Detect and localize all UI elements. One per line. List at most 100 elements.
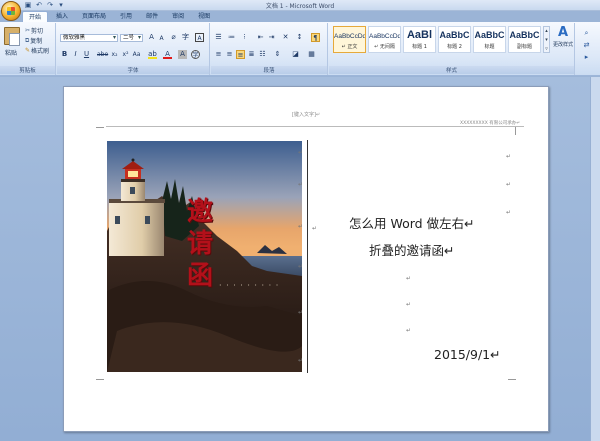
asian-layout-icon[interactable]: ✕ bbox=[281, 33, 290, 42]
tab-view[interactable]: 视图 bbox=[192, 11, 216, 22]
crop-mark bbox=[508, 127, 516, 135]
title-bar: ▣ ↶ ↷ ▾ 文档 1 - Microsoft Word bbox=[0, 0, 600, 11]
bullets-icon[interactable]: ☰ bbox=[214, 33, 223, 42]
styles-group: AaBbCcDd ↵ 正文 AaBbCcDd ↵ 无间隔 AaBl 标题 1 A… bbox=[329, 23, 575, 75]
paragraph-group: ☰ ≔ ⁝ ⇤ ⇥ ✕ ↕ ¶ ≡ ≡ ≡ ≣ ☷ ⇕ ◪ ▦ 段落 bbox=[211, 23, 328, 75]
tab-mailings[interactable]: 邮件 bbox=[140, 11, 164, 22]
italic-icon[interactable]: I bbox=[71, 50, 80, 59]
align-left-icon[interactable]: ≡ bbox=[214, 50, 223, 59]
clear-format-icon[interactable]: ⌀ bbox=[169, 33, 178, 42]
justify-icon[interactable]: ≣ bbox=[247, 50, 256, 59]
highlight-icon[interactable]: ab bbox=[148, 50, 157, 59]
editing-group: ⌕ ⇄ ▸ bbox=[576, 23, 600, 75]
para-mark: ↵ bbox=[298, 263, 304, 270]
superscript-icon[interactable]: x² bbox=[121, 50, 130, 59]
photo-title-text[interactable]: 邀请函 bbox=[187, 196, 217, 292]
select-icon[interactable]: ▸ bbox=[582, 53, 591, 62]
header-placeholder[interactable]: [键入文字]↵ bbox=[292, 111, 320, 118]
style-sample: AaBbCcDd bbox=[369, 33, 400, 40]
style-name: 副标题 bbox=[516, 44, 532, 50]
para-mark: ↵ bbox=[506, 153, 512, 160]
change-styles-icon: A bbox=[557, 25, 569, 40]
align-center-icon[interactable]: ≡ bbox=[225, 50, 234, 59]
invite-date[interactable]: 2015/9/1↵ bbox=[434, 347, 501, 362]
paragraph-group-label: 段落 bbox=[211, 66, 327, 74]
vertical-scrollbar[interactable] bbox=[590, 77, 600, 441]
align-right-icon[interactable]: ≡ bbox=[236, 50, 245, 59]
format-painter-icon: ✎ bbox=[25, 47, 31, 54]
shrink-font-icon[interactable]: A bbox=[157, 34, 166, 43]
multilevel-list-icon[interactable]: ⁝ bbox=[240, 33, 249, 42]
font-group-label: 字体 bbox=[57, 66, 209, 74]
office-button[interactable] bbox=[1, 1, 21, 21]
style-name: 标题 1 bbox=[412, 44, 427, 50]
cut-button[interactable]: ✂ 剪切 bbox=[25, 26, 43, 35]
style-name: 标题 bbox=[484, 44, 495, 50]
style-heading-2[interactable]: AaBbC 标题 2 bbox=[438, 26, 471, 53]
show-marks-icon[interactable]: ¶ bbox=[311, 33, 320, 42]
tab-home[interactable]: 开始 bbox=[22, 11, 49, 22]
bold-icon[interactable]: B bbox=[60, 50, 69, 59]
style-normal[interactable]: AaBbCcDd ↵ 正文 bbox=[333, 26, 366, 53]
numbering-icon[interactable]: ≔ bbox=[227, 33, 236, 42]
cut-label: 剪切 bbox=[31, 28, 44, 35]
styles-group-label: 样式 bbox=[329, 66, 574, 74]
style-no-spacing[interactable]: AaBbCcDd ↵ 无间隔 bbox=[368, 26, 401, 53]
change-styles-button[interactable]: A 更改样式 bbox=[551, 25, 575, 63]
distributed-icon[interactable]: ☷ bbox=[258, 50, 267, 59]
copy-button[interactable]: ⧉ 复制 bbox=[25, 36, 42, 46]
subscript-icon[interactable]: x₂ bbox=[110, 50, 119, 59]
font-name-combo[interactable]: 微软雅黑 bbox=[60, 34, 118, 42]
invite-line-2[interactable]: 折叠的邀请函↵ bbox=[369, 240, 454, 259]
crop-mark bbox=[96, 127, 104, 135]
para-mark: ↵ bbox=[506, 181, 512, 188]
style-name: ↵ 无间隔 bbox=[374, 44, 395, 50]
shading-icon[interactable]: ◪ bbox=[291, 50, 300, 59]
tab-review[interactable]: 审阅 bbox=[166, 11, 190, 22]
para-mark: ↵ bbox=[298, 181, 304, 188]
format-painter-label: 格式刷 bbox=[31, 48, 50, 55]
change-styles-label: 更改样式 bbox=[552, 42, 573, 48]
para-mark: ↵ bbox=[298, 149, 304, 156]
decrease-indent-icon[interactable]: ⇤ bbox=[256, 33, 265, 42]
invite-line-1[interactable]: 怎么用 Word 做左右↵ bbox=[349, 213, 475, 232]
font-group: 微软雅黑 二号 A A ⌀ 字 A B I U abe x₂ x² Aa ab … bbox=[57, 23, 210, 75]
style-subtitle[interactable]: AaBbC 副标题 bbox=[508, 26, 541, 53]
header-divider bbox=[106, 126, 524, 127]
document-page[interactable]: [键入文字]↵ XXXXXXXXX 有限公司承办↵ 邀请函 · · · · · … bbox=[63, 86, 549, 432]
style-heading-1[interactable]: AaBl 标题 1 bbox=[403, 26, 436, 53]
tab-insert[interactable]: 插入 bbox=[50, 11, 74, 22]
style-sample: AaBbC bbox=[439, 30, 470, 40]
window-title: 文档 1 - Microsoft Word bbox=[265, 3, 335, 10]
style-title[interactable]: AaBbC 标题 bbox=[473, 26, 506, 53]
char-shading-icon[interactable]: A bbox=[178, 50, 187, 59]
tab-page-layout[interactable]: 页面布局 bbox=[76, 11, 112, 22]
style-name: 标题 2 bbox=[447, 44, 462, 50]
tab-references[interactable]: 引用 bbox=[114, 11, 138, 22]
para-mark: ↵ bbox=[406, 327, 412, 334]
find-icon[interactable]: ⌕ bbox=[582, 29, 591, 38]
format-painter-button[interactable]: ✎ 格式刷 bbox=[25, 46, 49, 55]
replace-icon[interactable]: ⇄ bbox=[582, 41, 591, 50]
style-sample: AaBbCcDd bbox=[334, 33, 365, 40]
paste-button[interactable]: 粘贴 bbox=[1, 24, 23, 60]
grow-font-icon[interactable]: A bbox=[147, 33, 156, 42]
change-case-icon[interactable]: Aa bbox=[132, 50, 141, 59]
borders-icon[interactable]: ▦ bbox=[307, 50, 316, 59]
fold-line bbox=[307, 140, 308, 373]
strikethrough-icon[interactable]: abe bbox=[97, 50, 108, 59]
para-mark: ↵ bbox=[298, 309, 304, 316]
font-color-icon[interactable]: A bbox=[163, 50, 172, 59]
increase-indent-icon[interactable]: ⇥ bbox=[267, 33, 276, 42]
sort-icon[interactable]: ↕ bbox=[295, 33, 304, 42]
font-size-combo[interactable]: 二号 bbox=[120, 34, 143, 42]
line-spacing-icon[interactable]: ⇕ bbox=[273, 50, 282, 59]
clipboard-group: 粘贴 ✂ 剪切 ⧉ 复制 ✎ 格式刷 剪贴板 bbox=[0, 23, 56, 75]
enclose-char-icon[interactable]: 字 bbox=[191, 50, 200, 59]
char-border-icon[interactable]: A bbox=[195, 33, 204, 42]
lighthouse-photo[interactable]: 邀请函 · · · · · · · · · bbox=[107, 141, 302, 372]
styles-scroll[interactable]: ▴ ▾ ▿ bbox=[543, 26, 550, 53]
underline-icon[interactable]: U bbox=[82, 50, 91, 59]
phonetic-guide-icon[interactable]: 字 bbox=[181, 33, 190, 42]
copy-icon: ⧉ bbox=[25, 36, 30, 44]
